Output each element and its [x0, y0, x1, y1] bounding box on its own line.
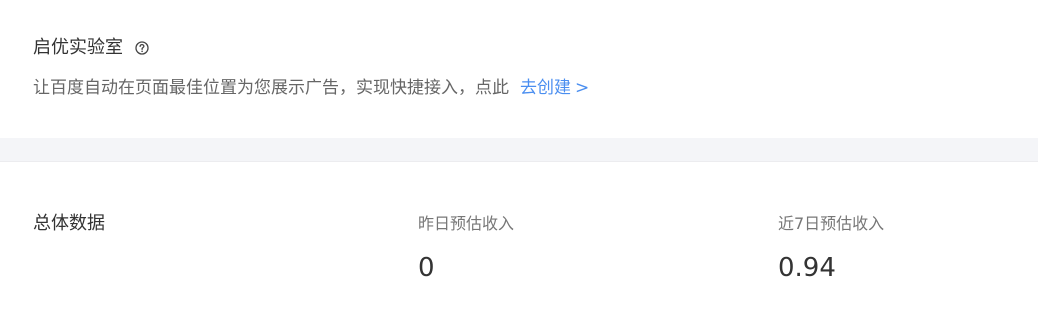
overall-data-card: 总体数据 昨日预估收入 0 近7日预估收入 0.94: [0, 162, 1038, 335]
stat-label: 近7日预估收入: [778, 214, 885, 233]
stat-label: 昨日预估收入: [418, 214, 515, 233]
create-link[interactable]: 去创建 >: [520, 76, 589, 100]
create-link-label: 去创建: [520, 78, 571, 98]
stat-yesterday-revenue: 昨日预估收入 0: [418, 213, 514, 284]
lab-description: 让百度自动在页面最佳位置为您展示广告，实现快捷接入，点此: [33, 78, 509, 98]
lab-title-row: 启优实验室: [33, 36, 149, 60]
stat-value: 0: [418, 253, 435, 283]
page: 启优实验室 让百度自动在页面最佳位置为您展示广告，实现快捷接入，点此 去创建 > …: [0, 0, 1038, 335]
section-divider: [0, 138, 1038, 161]
optimization-lab-card: 启优实验室 让百度自动在页面最佳位置为您展示广告，实现快捷接入，点此 去创建 >: [0, 0, 1038, 138]
question-circle-icon[interactable]: [135, 41, 149, 55]
stat-7day-revenue: 近7日预估收入 0.94: [778, 213, 884, 284]
lab-description-row: 让百度自动在页面最佳位置为您展示广告，实现快捷接入，点此 去创建 >: [33, 76, 589, 100]
lab-title: 启优实验室: [33, 37, 123, 58]
chevron-right-icon: >: [575, 78, 590, 98]
stat-value: 0.94: [778, 253, 836, 283]
stats-title: 总体数据: [33, 213, 105, 234]
